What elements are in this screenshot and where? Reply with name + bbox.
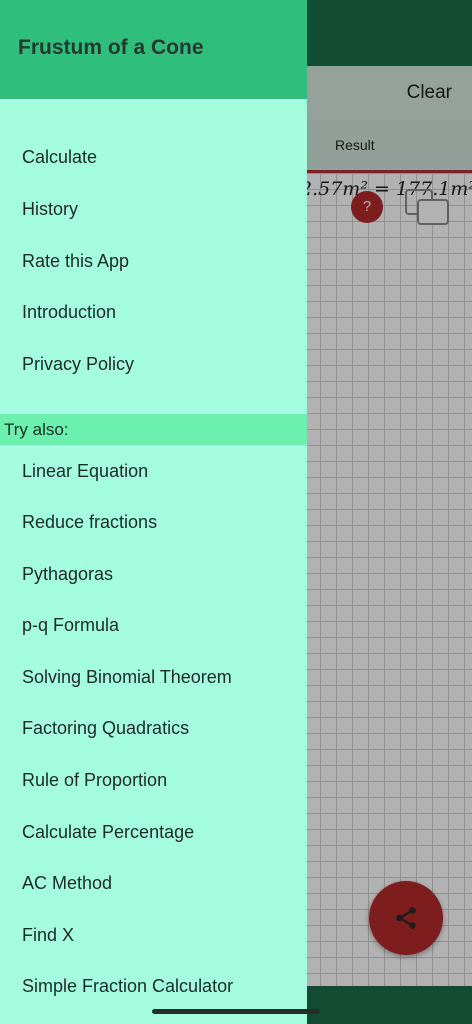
try-item-binomial-theorem[interactable]: Solving Binomial Theorem [22, 667, 232, 688]
try-item-pythagoras[interactable]: Pythagoras [22, 564, 113, 585]
menu-item-privacy-policy[interactable]: Privacy Policy [22, 354, 134, 375]
navigation-drawer: Frustum of a Cone Calculate History Rate… [0, 0, 307, 1024]
try-item-factoring-quadratics[interactable]: Factoring Quadratics [22, 718, 189, 739]
menu-item-calculate[interactable]: Calculate [22, 147, 97, 168]
drawer-header: Frustum of a Cone [0, 0, 307, 99]
drawer-title: Frustum of a Cone [18, 36, 204, 59]
try-item-calculate-percentage[interactable]: Calculate Percentage [22, 822, 194, 843]
menu-item-introduction[interactable]: Introduction [22, 302, 116, 323]
try-item-ac-method[interactable]: AC Method [22, 873, 112, 894]
try-item-pq-formula[interactable]: p-q Formula [22, 615, 119, 636]
menu-item-history[interactable]: History [22, 199, 78, 220]
try-item-find-x[interactable]: Find X [22, 925, 74, 946]
menu-item-rate-app[interactable]: Rate this App [22, 251, 129, 272]
screen: Clear Result 2.57m² = 177.1m² ? Frustum … [0, 0, 472, 1024]
try-item-reduce-fractions[interactable]: Reduce fractions [22, 512, 157, 533]
try-item-linear-equation[interactable]: Linear Equation [22, 461, 148, 482]
try-also-section: Try also: [0, 414, 307, 445]
try-item-rule-of-proportion[interactable]: Rule of Proportion [22, 770, 167, 791]
home-indicator[interactable] [152, 1009, 320, 1014]
try-item-simple-fraction-calculator[interactable]: Simple Fraction Calculator [22, 976, 233, 997]
try-also-label: Try also: [4, 420, 69, 439]
